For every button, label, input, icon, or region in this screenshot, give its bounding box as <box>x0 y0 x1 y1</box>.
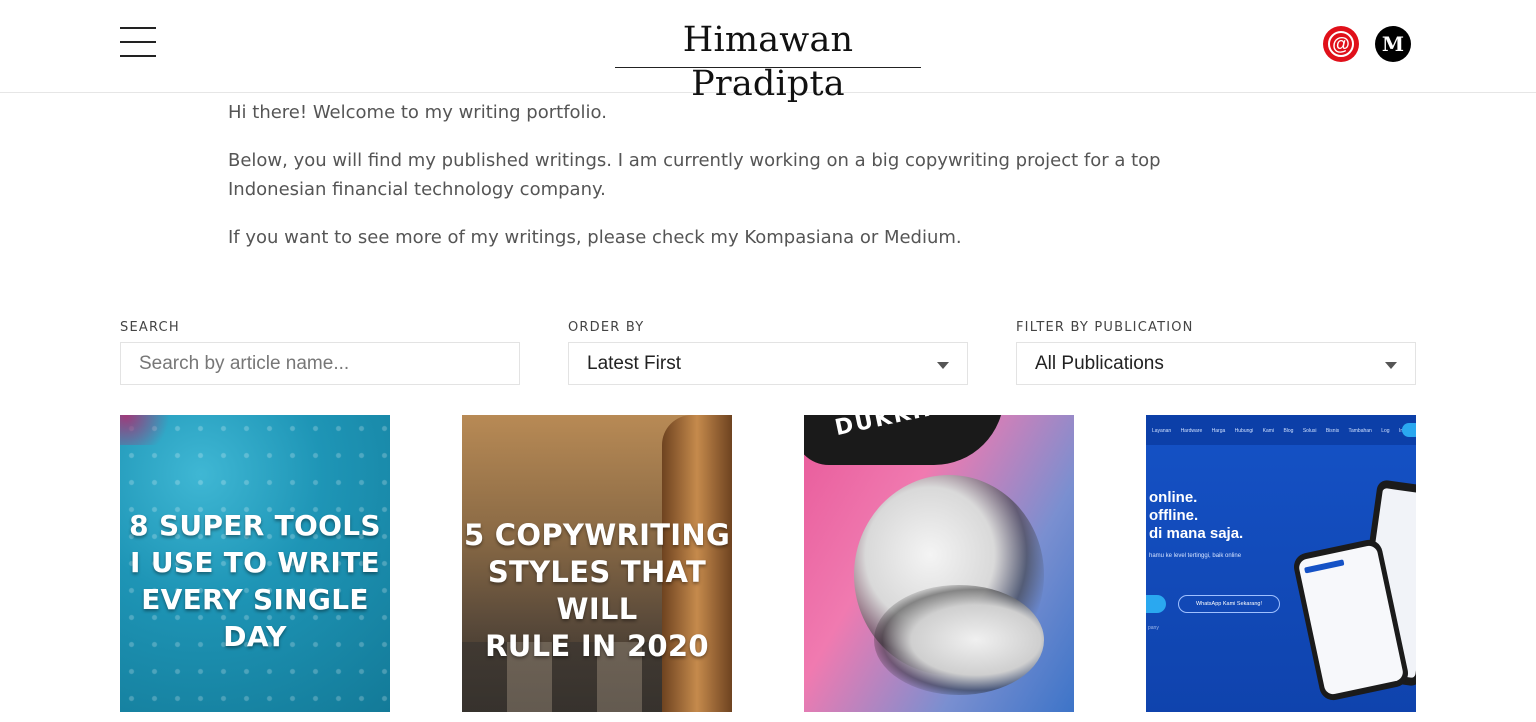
order-by-label: ORDER BY <box>568 320 645 335</box>
hamburger-menu-icon[interactable] <box>120 27 156 57</box>
card-title-line: 5 COPYWRITING <box>463 518 731 552</box>
screenshot-hero-text: online. offline. di mana saja. <box>1149 489 1243 543</box>
order-by-select[interactable]: Latest First <box>568 342 968 385</box>
medium-logo-icon: M <box>1381 32 1405 56</box>
menu-bar-bottom <box>120 55 156 57</box>
search-label: SEARCH <box>120 320 180 335</box>
site-header: Himawan Pradipta @ M <box>0 0 1536 104</box>
screenshot-small-text: pany <box>1148 625 1159 631</box>
screenshot-primary-button <box>1146 595 1166 613</box>
filter-publication-label: FILTER BY PUBLICATION <box>1016 320 1194 335</box>
chevron-down-icon <box>937 362 949 369</box>
speech-bubble-text: DUKKHA. <box>832 415 964 442</box>
screenshot-whatsapp-button: WhatsApp Kami Sekarang! <box>1178 595 1280 613</box>
screenshot-nav-button <box>1402 423 1416 437</box>
card-title-line: STYLES THAT WILL <box>487 555 707 626</box>
intro-paragraph-1: Hi there! Welcome to my writing portfoli… <box>228 102 607 123</box>
article-card-website[interactable]: Layanan Hardware Harga Hubungi Kami Blog… <box>1146 415 1416 712</box>
bird-illustration-lower <box>874 585 1044 695</box>
article-card-title: 8 SUPER TOOLS I USE TO WRITE EVERY SINGL… <box>120 507 390 655</box>
publication-select[interactable]: All Publications <box>1016 342 1416 385</box>
intro-text: Hi there! Welcome to my writing portfoli… <box>228 98 1228 271</box>
intro-paragraph-2: Below, you will find my published writin… <box>228 150 1161 200</box>
search-input[interactable] <box>139 343 519 385</box>
article-card-writing-tools[interactable]: 8 SUPER TOOLS I USE TO WRITE EVERY SINGL… <box>120 415 390 712</box>
screenshot-subtext: hamu ke level tertinggi, baik online <box>1149 553 1242 559</box>
card-title-line: 8 SUPER TOOLS <box>129 509 381 542</box>
screenshot-navbar: Layanan Hardware Harga Hubungi Kami Blog… <box>1146 415 1416 445</box>
hero-line: online. <box>1149 489 1198 506</box>
card-title-line: EVERY SINGLE DAY <box>141 583 369 653</box>
order-by-value: Latest First <box>587 353 681 374</box>
search-box[interactable] <box>120 342 520 385</box>
menu-bar-top <box>120 27 156 29</box>
site-title[interactable]: Himawan Pradipta <box>615 18 921 104</box>
hero-line: di mana saja. <box>1149 525 1244 542</box>
chevron-down-icon <box>1385 362 1397 369</box>
intro-paragraph-3: If you want to see more of my writings, … <box>228 227 962 248</box>
medium-link[interactable]: M <box>1375 26 1411 62</box>
speech-bubble: DUKKHA. <box>804 415 1004 465</box>
screenshot-nav-links: Layanan Hardware Harga Hubungi Kami Blog… <box>1152 428 1404 434</box>
feather-corner <box>120 415 180 445</box>
kompasiana-link[interactable]: @ <box>1323 26 1359 62</box>
card-title-line: RULE IN 2020 <box>485 629 709 663</box>
article-card-title: 5 COPYWRITING STYLES THAT WILL RULE IN 2… <box>462 517 732 665</box>
hero-line: offline. <box>1149 507 1199 524</box>
publication-value: All Publications <box>1035 353 1164 374</box>
card-title-line: I USE TO WRITE <box>130 546 380 579</box>
article-card-copywriting-styles[interactable]: 5 COPYWRITING STYLES THAT WILL RULE IN 2… <box>462 415 732 712</box>
phone-app-header <box>1304 559 1345 574</box>
menu-bar-middle <box>120 41 156 43</box>
article-card-dukkha[interactable]: DUKKHA. <box>804 415 1074 712</box>
at-sign-icon: @ <box>1328 31 1354 57</box>
